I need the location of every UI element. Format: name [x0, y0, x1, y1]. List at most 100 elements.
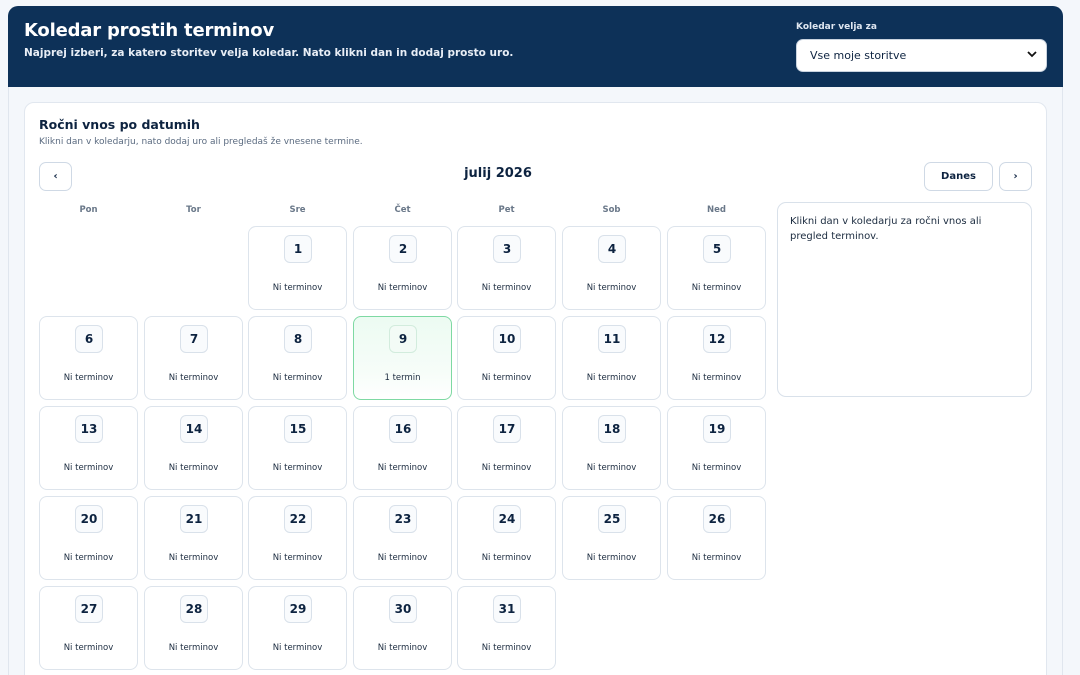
weekday-label: Pon [79, 205, 98, 215]
day-status: Ni terminov [377, 283, 428, 293]
day-status: Ni terminov [586, 463, 637, 473]
calendar-day[interactable]: 10 Ni terminov [457, 316, 556, 400]
calendar-day[interactable]: 22 Ni terminov [248, 496, 347, 580]
day-status: Ni terminov [481, 643, 532, 653]
calendar-day[interactable]: 12 Ni terminov [667, 316, 766, 400]
day-status: Ni terminov [586, 373, 637, 383]
day-number: 7 [180, 325, 208, 353]
day-number: 5 [703, 235, 731, 263]
side-panel-text: Klikni dan v koledarju za ročni vnos ali… [790, 216, 982, 242]
day-number: 4 [598, 235, 626, 263]
day-status: Ni terminov [168, 373, 219, 383]
day-status: Ni terminov [63, 643, 114, 653]
calendar-day[interactable]: 24 Ni terminov [457, 496, 556, 580]
calendar-day[interactable]: 30 Ni terminov [353, 586, 452, 670]
day-number: 25 [598, 505, 626, 533]
day-status: Ni terminov [377, 643, 428, 653]
day-number: 6 [75, 325, 103, 353]
day-number: 31 [493, 595, 521, 623]
weekday-label: Čet [394, 205, 411, 215]
calendar-day[interactable]: 23 Ni terminov [353, 496, 452, 580]
weekday-label: Ned [707, 205, 726, 215]
day-number: 2 [389, 235, 417, 263]
day-status: Ni terminov [481, 283, 532, 293]
calendar-day[interactable]: 28 Ni terminov [144, 586, 243, 670]
day-number: 26 [703, 505, 731, 533]
calendar-day[interactable]: 5 Ni terminov [667, 226, 766, 310]
day-number: 30 [389, 595, 417, 623]
service-select-value: Vse moje storitve [810, 49, 907, 62]
weekday-label: Sre [289, 205, 306, 215]
calendar-day[interactable]: 6 Ni terminov [39, 316, 138, 400]
calendar-day[interactable]: 16 Ni terminov [353, 406, 452, 490]
day-status: Ni terminov [168, 553, 219, 563]
day-number: 14 [180, 415, 208, 443]
weekday-label: Tor [186, 205, 201, 215]
day-status: Ni terminov [272, 463, 323, 473]
day-number: 8 [284, 325, 312, 353]
day-status: Ni terminov [377, 463, 428, 473]
day-status: 1 termin [384, 373, 421, 383]
calendar-day[interactable]: 19 Ni terminov [667, 406, 766, 490]
calendar-day[interactable]: 27 Ni terminov [39, 586, 138, 670]
day-number: 28 [180, 595, 208, 623]
calendar-day[interactable]: 21 Ni terminov [144, 496, 243, 580]
day-status: Ni terminov [63, 373, 114, 383]
day-number: 9 [389, 325, 417, 353]
next-month-button[interactable]: › [999, 162, 1032, 191]
calendar-day[interactable]: 9 1 termin [353, 316, 452, 400]
day-number: 22 [284, 505, 312, 533]
card-subtitle: Klikni dan v koledarju, nato dodaj uro a… [39, 137, 363, 147]
day-number: 13 [75, 415, 103, 443]
day-status: Ni terminov [586, 283, 637, 293]
calendar-day[interactable]: 18 Ni terminov [562, 406, 661, 490]
day-number: 3 [493, 235, 521, 263]
month-title: julij 2026 [464, 166, 532, 181]
day-status: Ni terminov [691, 553, 742, 563]
page-title: Koledar prostih terminov [24, 20, 274, 41]
day-number: 12 [703, 325, 731, 353]
calendar-day[interactable]: 14 Ni terminov [144, 406, 243, 490]
calendar-day[interactable]: 8 Ni terminov [248, 316, 347, 400]
calendar-day[interactable]: 11 Ni terminov [562, 316, 661, 400]
day-number: 23 [389, 505, 417, 533]
calendar-day[interactable]: 29 Ni terminov [248, 586, 347, 670]
day-number: 21 [180, 505, 208, 533]
day-number: 27 [75, 595, 103, 623]
calendar-day[interactable]: 26 Ni terminov [667, 496, 766, 580]
weekday-label: Sob [602, 205, 621, 215]
calendar-day[interactable]: 17 Ni terminov [457, 406, 556, 490]
day-status: Ni terminov [272, 283, 323, 293]
calendar-day[interactable]: 15 Ni terminov [248, 406, 347, 490]
day-status: Ni terminov [63, 463, 114, 473]
day-status: Ni terminov [168, 463, 219, 473]
calendar-day[interactable]: 1 Ni terminov [248, 226, 347, 310]
day-number: 15 [284, 415, 312, 443]
day-number: 11 [598, 325, 626, 353]
calendar-day[interactable]: 25 Ni terminov [562, 496, 661, 580]
day-status: Ni terminov [691, 373, 742, 383]
service-select[interactable]: Vse moje storitve [796, 39, 1047, 72]
calendar-day[interactable]: 3 Ni terminov [457, 226, 556, 310]
day-status: Ni terminov [481, 553, 532, 563]
card-title: Ročni vnos po datumih [39, 117, 200, 132]
page-subtitle: Najprej izberi, za katero storitev velja… [24, 47, 514, 59]
weekday-label: Pet [498, 205, 515, 215]
calendar-day[interactable]: 31 Ni terminov [457, 586, 556, 670]
day-status: Ni terminov [168, 643, 219, 653]
today-button[interactable]: Danes [924, 162, 993, 191]
calendar-day[interactable]: 13 Ni terminov [39, 406, 138, 490]
day-status: Ni terminov [691, 463, 742, 473]
calendar-day[interactable]: 4 Ni terminov [562, 226, 661, 310]
calendar-day[interactable]: 2 Ni terminov [353, 226, 452, 310]
day-number: 29 [284, 595, 312, 623]
day-number: 1 [284, 235, 312, 263]
service-select-label: Koledar velja za [796, 22, 877, 32]
side-panel: Klikni dan v koledarju za ročni vnos ali… [777, 202, 1032, 397]
calendar-day[interactable]: 7 Ni terminov [144, 316, 243, 400]
prev-month-button[interactable]: ‹ [39, 162, 72, 191]
day-status: Ni terminov [63, 553, 114, 563]
day-status: Ni terminov [586, 553, 637, 563]
calendar-day[interactable]: 20 Ni terminov [39, 496, 138, 580]
chevron-down-icon [1027, 50, 1037, 61]
